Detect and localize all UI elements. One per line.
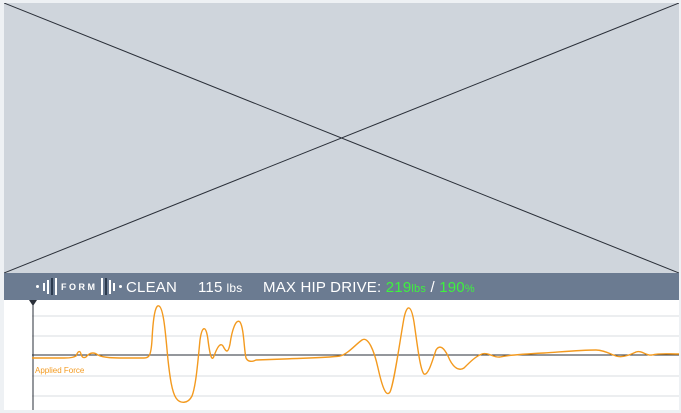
form-logo: FORM — [34, 278, 124, 295]
playhead-marker-icon[interactable] — [29, 300, 37, 306]
hip-drive-percent: 190% — [439, 279, 475, 296]
logo-left-plates-icon — [34, 278, 57, 295]
hip-drive-separator: / — [430, 279, 435, 296]
video-placeholder[interactable] — [4, 3, 679, 273]
force-chart[interactable]: Applied Force — [4, 300, 679, 410]
exercise-name: CLEAN — [126, 279, 178, 296]
hip-drive-value: 219lbs — [385, 279, 427, 296]
applied-force-line — [32, 305, 679, 403]
weight-value: 115 — [198, 279, 223, 296]
max-hip-drive: MAX HIP DRIVE: 219lbs / 190% — [263, 279, 475, 296]
status-bar: FORM CLEAN 115 lbs MAX HIP DRIVE: 219lbs … — [4, 273, 679, 300]
video-placeholder-cross — [4, 3, 679, 273]
app-frame: FORM CLEAN 115 lbs MAX HIP DRIVE: 219lbs … — [0, 0, 681, 413]
weight-unit: lbs — [226, 281, 243, 295]
logo-word: FORM — [61, 281, 98, 292]
force-chart-svg: Applied Force — [29, 300, 679, 410]
hip-drive-label: MAX HIP DRIVE: — [263, 279, 382, 296]
logo-right-plates-icon — [100, 278, 124, 295]
series-label: Applied Force — [35, 366, 85, 375]
lift-weight: 115 lbs — [198, 279, 242, 296]
